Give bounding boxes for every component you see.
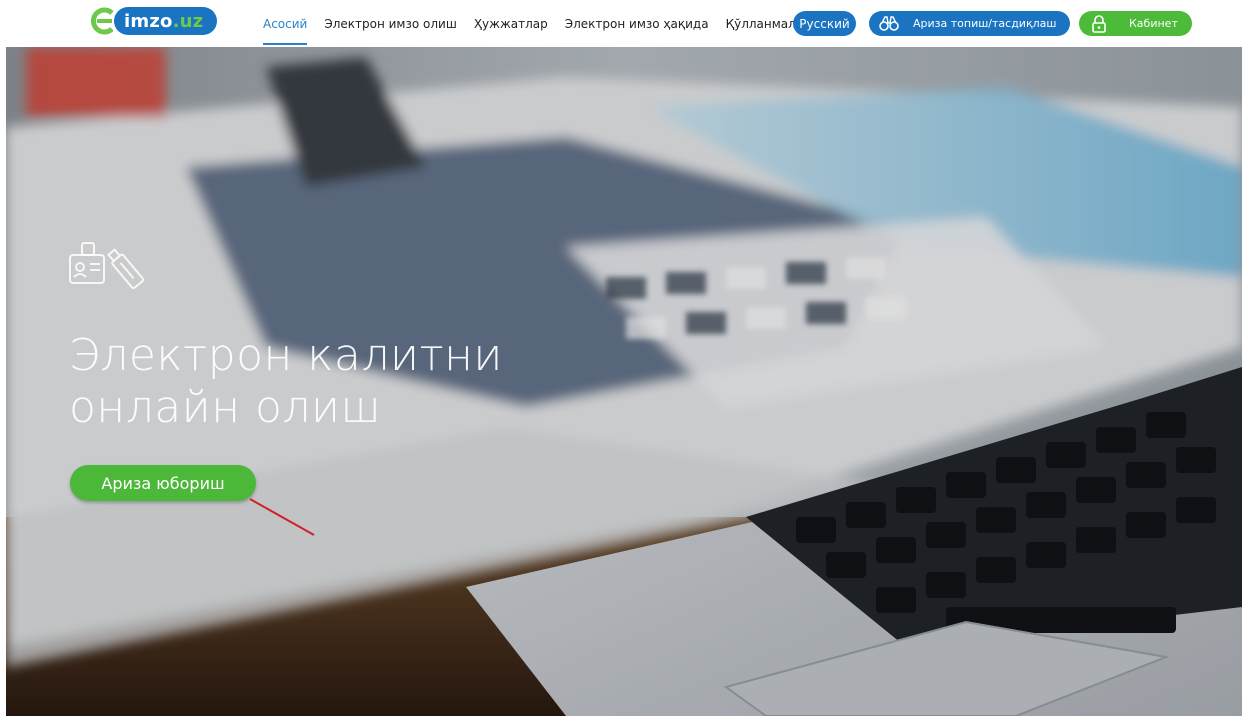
binoculars-icon <box>879 15 901 32</box>
lock-icon <box>1091 14 1109 33</box>
logo-text: imzo <box>124 10 173 32</box>
top-header: imzo .uz Асосий Электрон имзо олиш Ҳужжат… <box>0 0 1247 47</box>
site-logo[interactable]: imzo .uz <box>88 6 218 36</box>
nav-item-home[interactable]: Асосий <box>263 0 308 47</box>
submit-application-button[interactable]: Ариза юбориш <box>70 465 256 501</box>
logo-wordmark: imzo .uz <box>114 7 218 35</box>
hero-title: Электрон калитни онлайн олиш <box>69 330 503 434</box>
main-nav: Асосий Электрон имзо олиш Ҳужжатлар Элек… <box>263 0 828 47</box>
hero-title-line-2: онлайн олиш <box>69 382 382 433</box>
find-application-button[interactable]: Ариза топиш/тасдиқлаш <box>869 11 1070 36</box>
nav-item-documents[interactable]: Ҳужжатлар <box>474 0 548 47</box>
cabinet-label: Кабинет <box>1129 17 1178 30</box>
logo-suffix: .uz <box>172 10 204 32</box>
cabinet-button[interactable]: Кабинет <box>1079 11 1192 36</box>
hero-banner: Электрон калитни онлайн олиш Ариза юбори… <box>6 47 1242 716</box>
nav-item-about-signature[interactable]: Электрон имзо ҳақида <box>565 0 709 47</box>
logo-e-icon <box>91 7 114 35</box>
nav-item-get-signature[interactable]: Электрон имзо олиш <box>324 0 456 47</box>
hero-title-line-1: Электрон калитни <box>69 330 503 381</box>
id-card-usb-key-icon <box>69 242 145 290</box>
find-application-label: Ариза топиш/тасдиқлаш <box>913 17 1057 30</box>
language-button[interactable]: Русский <box>793 11 856 36</box>
